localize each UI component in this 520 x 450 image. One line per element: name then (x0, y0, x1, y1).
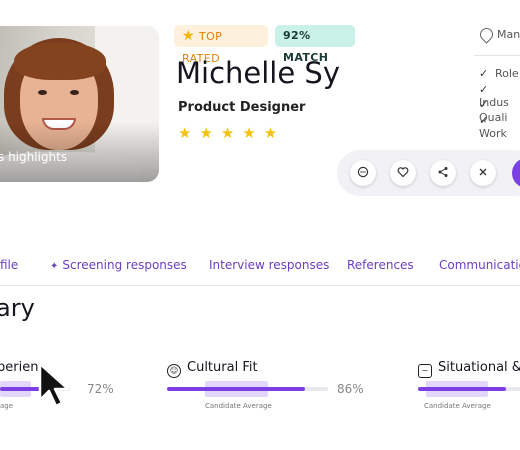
average-label: Candidate Average (205, 402, 272, 410)
score-percent: 86% (337, 382, 364, 396)
rating-stars: ★★★★★ (178, 124, 286, 142)
candidate-photo-card[interactable]: s highlights (0, 26, 159, 182)
share-button[interactable] (430, 160, 456, 186)
score-title-situational: ~ Situational & (418, 360, 520, 378)
candidate-role: Product Designer (178, 100, 306, 115)
score-fill (418, 387, 506, 391)
average-label: age (0, 402, 14, 410)
check-icon: ✓ (479, 67, 489, 80)
checklist-item: ✓Work (479, 114, 507, 140)
check-icon: ✓ (479, 114, 489, 127)
heart-icon (397, 167, 409, 178)
smile-icon: ☺ (167, 364, 181, 378)
top-rated-badge: ★ TOP RATED (174, 25, 268, 65)
tab-interview-responses[interactable]: Interview responses (209, 258, 329, 272)
tabs-divider (0, 285, 520, 286)
message-button[interactable] (350, 160, 376, 186)
average-label: Candidate Average (424, 402, 491, 410)
divider (474, 55, 520, 56)
match-badge: 92% MATCH (275, 25, 355, 64)
mouse-cursor-icon (38, 362, 70, 408)
tab-screening-responses[interactable]: ✦ Screening responses (50, 258, 187, 272)
score-fill (167, 387, 305, 391)
photo-fringe (14, 42, 106, 80)
location-text: Manc (497, 28, 520, 41)
photo-caption: s highlights (0, 150, 68, 164)
checklist-item: ✓ Role (479, 67, 519, 80)
location-pin-icon (477, 25, 496, 44)
reject-button[interactable] (470, 160, 496, 186)
chat-icon (357, 166, 369, 178)
candidate-name: Michelle Sy (176, 56, 340, 90)
score-title-experience: perien (0, 360, 39, 375)
section-title: ary (0, 294, 35, 322)
photo-eye (70, 90, 79, 95)
photo-eye (38, 90, 47, 95)
tab-communication[interactable]: Communication (439, 258, 520, 272)
chart-icon: ~ (418, 364, 432, 378)
favorite-button[interactable] (390, 160, 416, 186)
check-icon: ✓ (479, 83, 489, 96)
tab-references[interactable]: References (347, 258, 414, 272)
close-icon (479, 168, 487, 176)
star-icon: ★ (182, 28, 195, 44)
share-icon (438, 167, 448, 177)
tab-profile[interactable]: file (0, 258, 18, 272)
score-percent: 72% (87, 382, 114, 396)
check-icon: ✓ (479, 98, 489, 111)
sparkle-icon: ✦ (50, 261, 59, 272)
score-title-cultural-fit: ☺ Cultural Fit (167, 360, 258, 378)
